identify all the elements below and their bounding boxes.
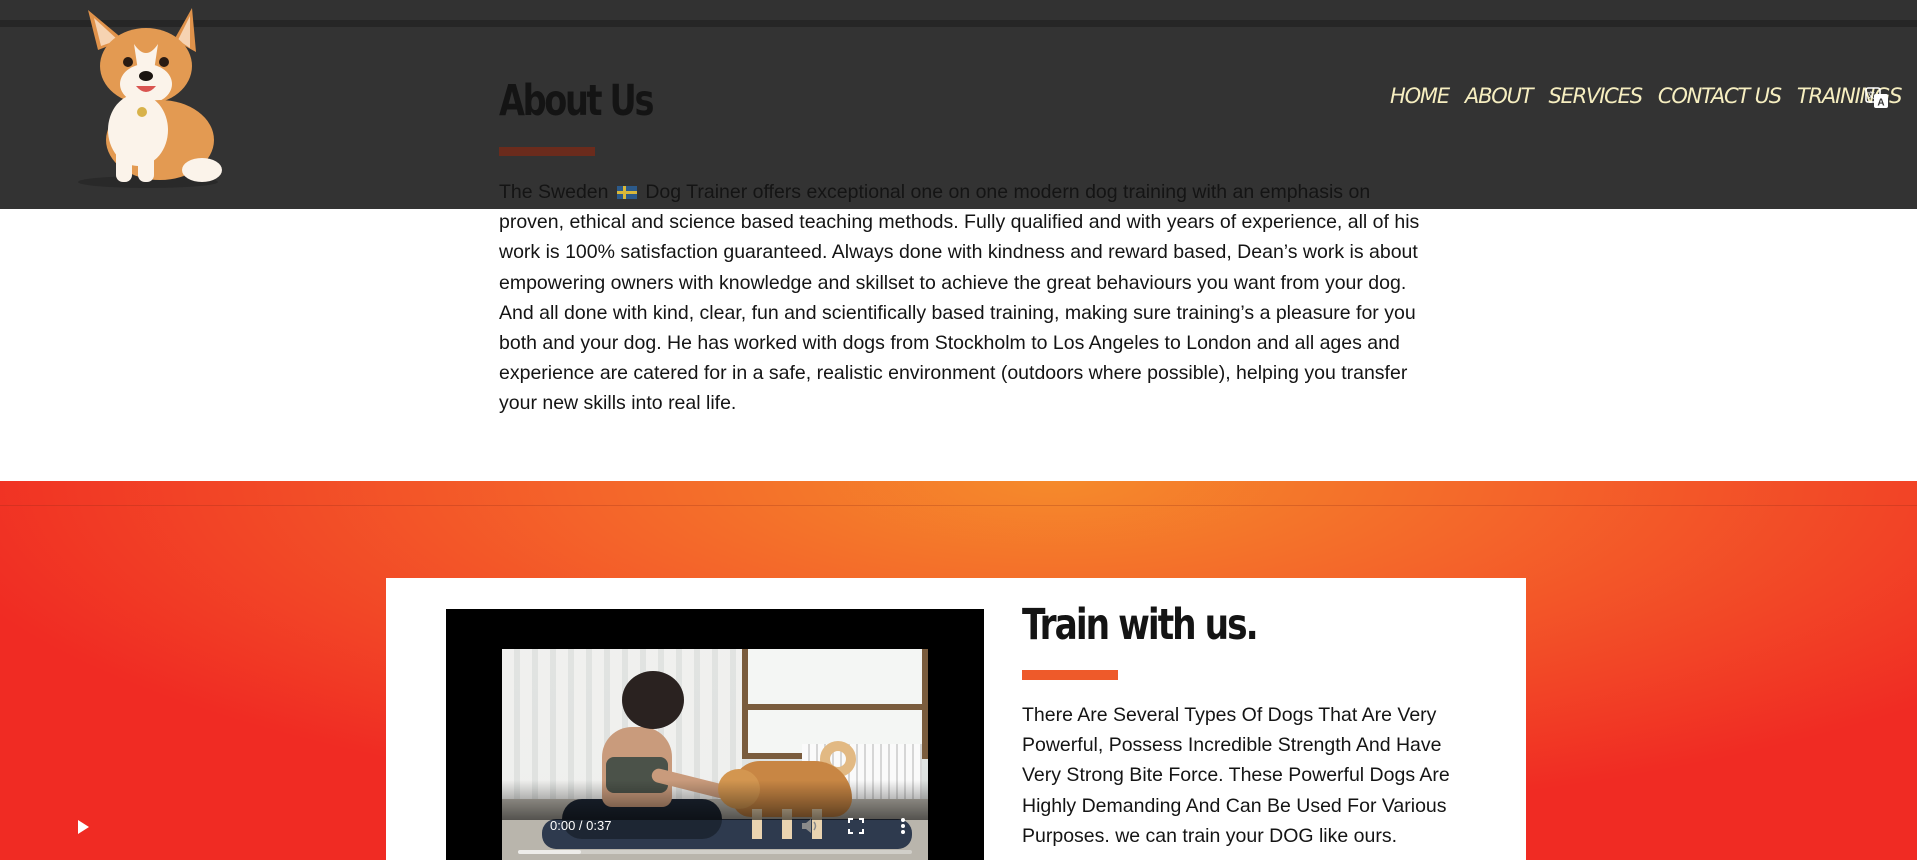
top-strip-line <box>0 20 1917 27</box>
about-title-underline <box>499 147 595 156</box>
svg-text:文: 文 <box>1867 90 1875 100</box>
sweden-flag-icon <box>616 186 637 199</box>
about-text-rest: Dog Trainer offers exceptional one on on… <box>499 181 1420 415</box>
translate-icon[interactable]: A 文 <box>1865 86 1889 110</box>
section-divider <box>0 505 1917 506</box>
main-nav: HOME ABOUT SERVICES CONTACT US TRAININGS <box>1390 84 1903 108</box>
fullscreen-icon[interactable] <box>848 818 864 834</box>
about-title: About Us <box>499 76 654 126</box>
train-title: Train with us. <box>1022 600 1259 650</box>
nav-home[interactable]: HOME <box>1390 84 1450 108</box>
more-options-icon[interactable] <box>900 817 906 835</box>
video-progress-buffer <box>518 850 582 854</box>
about-text: The Sweden Dog Trainer offers exceptiona… <box>499 177 1424 419</box>
video-time: 0:00 / 0:37 <box>550 818 612 833</box>
corgi-logo[interactable] <box>68 4 228 190</box>
nav-about[interactable]: ABOUT <box>1465 84 1534 108</box>
nav-contact-us[interactable]: CONTACT US <box>1658 84 1782 108</box>
train-title-underline <box>1022 670 1118 680</box>
play-icon[interactable] <box>78 820 89 834</box>
volume-icon[interactable] <box>800 817 820 835</box>
about-text-start: The Sweden <box>499 181 614 203</box>
svg-text:A: A <box>1877 98 1884 109</box>
top-strip <box>0 0 1917 22</box>
nav-services[interactable]: SERVICES <box>1548 84 1643 108</box>
video-controls-bar <box>502 780 928 820</box>
woman-hair <box>622 671 684 729</box>
window-bar <box>742 704 928 710</box>
train-text: There Are Several Types Of Dogs That Are… <box>1022 704 1450 847</box>
